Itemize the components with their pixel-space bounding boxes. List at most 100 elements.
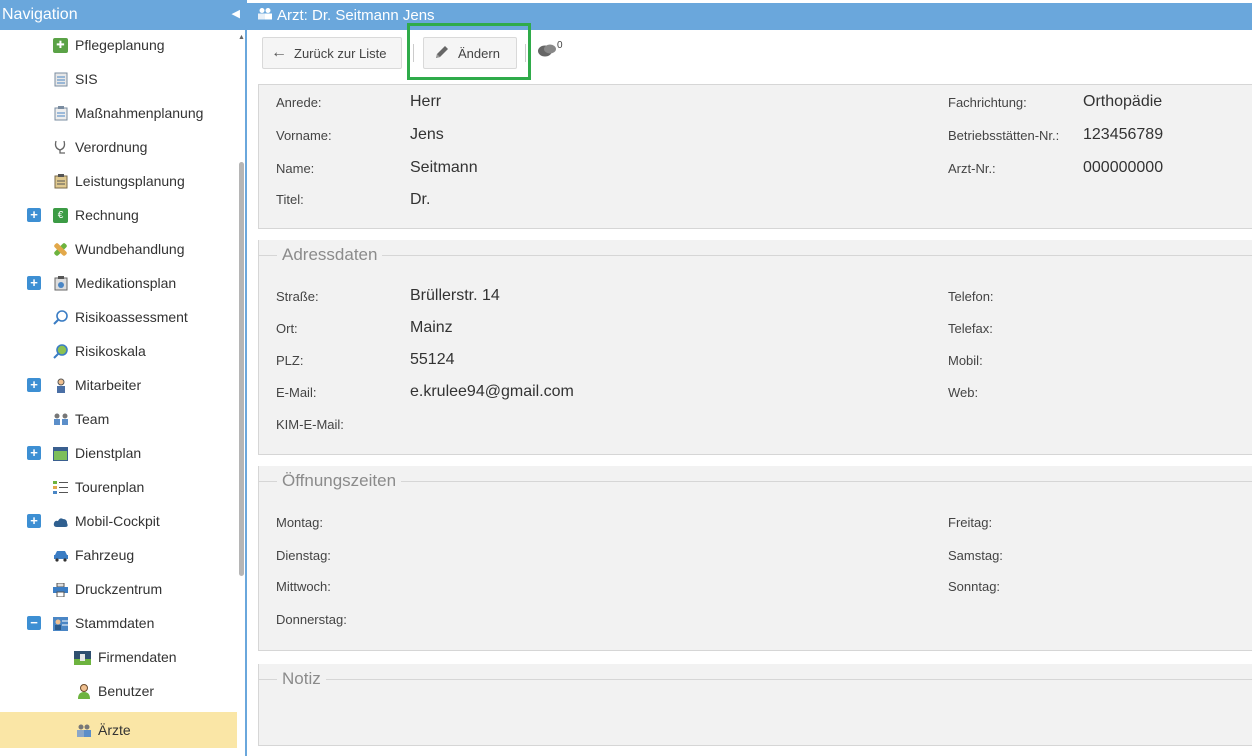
sidebar-item-massnahmenplanung[interactable]: Maßnahmenplanung [0, 96, 237, 130]
sidebar-item-benutzer[interactable]: Benutzer [0, 674, 237, 708]
sidebar-item-medikationsplan[interactable]: + Medikationsplan [0, 266, 237, 300]
expand-icon[interactable]: + [27, 446, 41, 460]
sidebar-item-label: Tourenplan [75, 479, 145, 495]
titel-value: Dr. [410, 191, 431, 208]
medication-icon [53, 276, 68, 291]
bsnr-label: Betriebsstätten-Nr.: [948, 128, 1060, 143]
telefax-label: Telefax: [948, 321, 993, 336]
sidebar-item-label: Leistungsplanung [75, 173, 185, 189]
page-title: Arzt: Dr. Seitmann Jens [277, 7, 435, 24]
name-label: Name: [276, 161, 315, 176]
company-icon [74, 650, 91, 665]
document-icon [53, 72, 68, 87]
toolbar: ← Zurück zur Liste Ändern 0 [247, 30, 1252, 82]
back-to-list-button[interactable]: ← Zurück zur Liste [262, 37, 402, 69]
scroll-up-arrow-icon[interactable]: ▲ [238, 34, 245, 41]
sidebar-item-firmendaten[interactable]: Firmendaten [0, 640, 237, 674]
sidebar-item-mitarbeiter[interactable]: + Mitarbeiter [0, 368, 237, 402]
sidebar-item-mobil-cockpit[interactable]: + Mobil-Cockpit [0, 504, 237, 538]
email-value[interactable]: e.krulee94@gmail.com [410, 383, 574, 401]
sidebar-item-label: Verordnung [75, 139, 148, 155]
expand-icon[interactable]: + [27, 276, 41, 290]
legend-line [259, 679, 1252, 680]
kim-email-label: KIM-E-Mail: [276, 417, 344, 432]
montag-label: Montag: [276, 515, 323, 530]
sidebar-item-fahrzeug[interactable]: Fahrzeug [0, 538, 237, 572]
sidebar-item-label: Risikoassessment [75, 309, 188, 325]
anrede-value: Herr [410, 93, 442, 110]
collapse-sidebar-icon[interactable]: ◀ [232, 7, 240, 20]
magnifier-icon [53, 310, 68, 325]
sidebar-item-team[interactable]: Team [0, 402, 237, 436]
donnerstag-label: Donnerstag: [276, 612, 347, 627]
sidebar-item-dienstplan[interactable]: + Dienstplan [0, 436, 237, 470]
expand-icon[interactable]: + [27, 514, 41, 528]
arztnr-label: Arzt-Nr.: [948, 161, 996, 176]
route-icon [53, 480, 68, 495]
sidebar-scrollbar-thumb[interactable] [239, 162, 244, 576]
user-icon [76, 684, 91, 699]
sidebar-item-label: Benutzer [98, 683, 155, 699]
employee-icon [53, 378, 68, 393]
sidebar-item-aerzte[interactable]: Ärzte [0, 712, 237, 748]
sidebar-item-label: Druckzentrum [75, 581, 163, 597]
doctors-icon [257, 7, 273, 23]
samstag-label: Samstag: [948, 548, 1003, 563]
sidebar-item-leistungsplanung[interactable]: Leistungsplanung [0, 164, 237, 198]
sidebar-item-tourenplan[interactable]: Tourenplan [0, 470, 237, 504]
sidebar-item-label: Ärzte [98, 722, 131, 738]
name-value: Seitmann [410, 159, 478, 176]
expand-icon[interactable]: + [27, 208, 41, 222]
address-legend: Adressdaten [277, 245, 383, 265]
dienstag-label: Dienstag: [276, 548, 331, 563]
arztnr-value: 000000000 [1083, 159, 1164, 176]
mobil-label: Mobil: [948, 353, 983, 368]
anrede-label: Anrede: [276, 95, 322, 110]
bsnr-value: 123456789 [1083, 126, 1164, 143]
comments-count: 0 [557, 40, 563, 51]
doctors-icon [76, 723, 91, 738]
sidebar-item-label: Rechnung [75, 207, 139, 223]
strasse-label: Straße: [276, 289, 319, 304]
sidebar-item-druckzentrum[interactable]: Druckzentrum [0, 572, 237, 606]
measures-icon [53, 106, 68, 121]
vorname-label: Vorname: [276, 128, 332, 143]
sidebar-item-stammdaten[interactable]: − Stammdaten [0, 606, 237, 640]
sonntag-label: Sonntag: [948, 579, 1001, 594]
sidebar-item-wundbehandlung[interactable]: Wundbehandlung [0, 232, 237, 266]
sidebar-item-label: SIS [75, 71, 98, 87]
back-to-list-label: Zurück zur Liste [294, 45, 387, 61]
email-label: E-Mail: [276, 385, 317, 400]
schedule-icon [53, 446, 68, 461]
sidebar: Navigation ◀ ✚ Pflegeplanung SIS Maßnahm… [0, 0, 247, 756]
title-bar: Arzt: Dr. Seitmann Jens [247, 3, 1252, 30]
sidebar-item-risikoskala[interactable]: Risikoskala [0, 334, 237, 368]
comments-button[interactable]: 0 [537, 40, 565, 64]
comments-icon [538, 44, 556, 57]
sidebar-item-label: Pflegeplanung [75, 37, 165, 53]
sidebar-item-label: Firmendaten [98, 649, 177, 665]
web-label: Web: [948, 385, 979, 400]
expand-icon[interactable]: + [27, 378, 41, 392]
plz-label: PLZ: [276, 353, 304, 368]
master-data-icon [53, 616, 68, 631]
sidebar-item-label: Mitarbeiter [75, 377, 142, 393]
telefon-label: Telefon: [948, 289, 994, 304]
notes-panel: Notiz [258, 664, 1252, 746]
sidebar-item-label: Wundbehandlung [75, 241, 185, 257]
edit-button-highlight [407, 23, 531, 80]
ort-label: Ort: [276, 321, 298, 336]
sidebar-item-sis[interactable]: SIS [0, 62, 237, 96]
collapse-icon[interactable]: − [27, 616, 41, 630]
team-icon [53, 412, 68, 427]
sidebar-item-rechnung[interactable]: + € Rechnung [0, 198, 237, 232]
person-panel: Anrede: Herr Vorname: Jens Name: Seitman… [258, 84, 1252, 229]
sidebar-item-label: Fahrzeug [75, 547, 135, 563]
sidebar-item-verordnung[interactable]: Verordnung [0, 130, 237, 164]
ort-value: Mainz [410, 319, 453, 336]
vorname-value: Jens [410, 126, 444, 143]
sidebar-item-risikoassessment[interactable]: Risikoassessment [0, 300, 237, 334]
freitag-label: Freitag: [948, 515, 993, 530]
navigation-title: Navigation [2, 6, 78, 23]
sidebar-item-pflegeplanung[interactable]: ✚ Pflegeplanung [0, 30, 237, 62]
